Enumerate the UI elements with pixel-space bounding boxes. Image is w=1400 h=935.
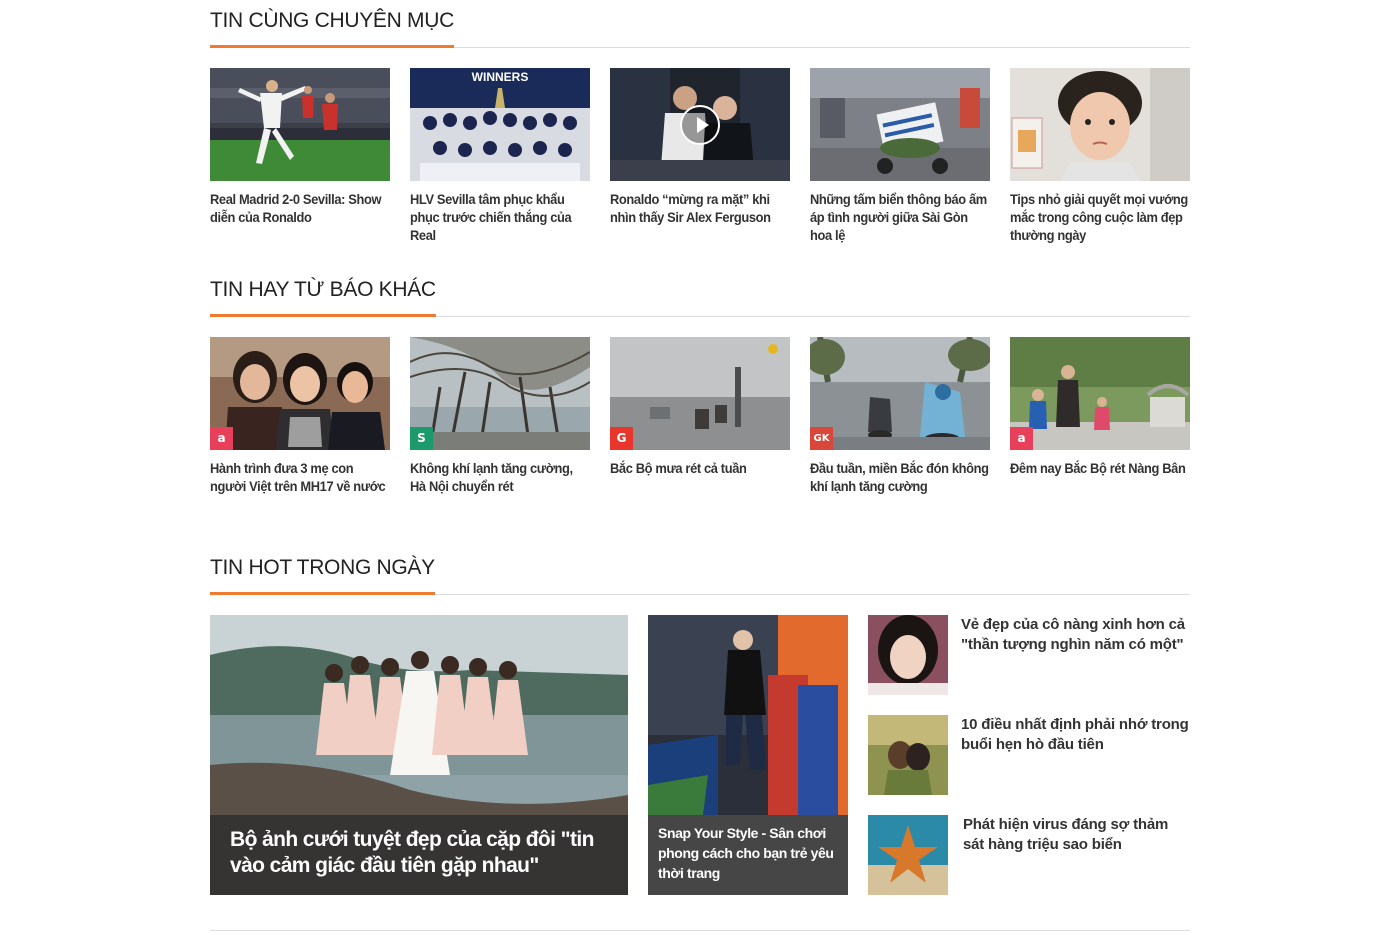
article-thumbnail[interactable]: S [410, 337, 590, 450]
source-badge-icon: G [610, 427, 633, 450]
source-badge-icon: a [1010, 427, 1033, 450]
hot-list-title[interactable]: Vẻ đẹp của cô nàng xinh hơn cả "thần tượ… [961, 615, 1191, 655]
section-header-same-category: TIN CÙNG CHUYÊN MỤC [210, 0, 1190, 48]
article-card[interactable]: Những tấm biển thông báo ấm áp tình ngườ… [810, 68, 990, 244]
hot-list-item[interactable]: 10 điều nhất định phải nhớ trong buổi hẹ… [868, 715, 1190, 795]
hot-list-title[interactable]: 10 điều nhất định phải nhớ trong buổi hẹ… [961, 715, 1191, 755]
hot-list-item[interactable]: Vẻ đẹp của cô nàng xinh hơn cả "thần tượ… [868, 615, 1190, 695]
article-card[interactable]: G Bắc Bộ mưa rét cả tuần [610, 337, 790, 477]
article-thumbnail[interactable] [210, 68, 390, 181]
play-icon[interactable] [680, 105, 720, 145]
hot-list-title[interactable]: Phát hiện virus đáng sợ thảm sát hàng tr… [963, 815, 1193, 855]
article-title[interactable]: Bắc Bộ mưa rét cả tuần [610, 459, 790, 477]
article-thumbnail[interactable]: GK [810, 337, 990, 450]
featured-article[interactable]: Bộ ảnh cưới tuyệt đẹp của cặp đôi "tin v… [210, 615, 628, 895]
section-title: TIN CÙNG CHUYÊN MỤC [210, 9, 454, 48]
article-card[interactable]: a Đêm nay Bắc Bộ rét Nàng Bân [1010, 337, 1190, 477]
source-badge-icon: GK [810, 427, 833, 450]
article-title[interactable]: Real Madrid 2-0 Sevilla: Show diễn của R… [210, 190, 390, 226]
article-thumbnail[interactable]: a [1010, 337, 1190, 450]
featured-caption[interactable]: Bộ ảnh cưới tuyệt đẹp của cặp đôi "tin v… [210, 815, 628, 895]
source-badge-icon: a [210, 427, 233, 450]
article-title[interactable]: HLV Sevilla tâm phục khẩu phục trước chi… [410, 190, 590, 244]
article-card[interactable]: GK Đầu tuần, miền Bắc đón không khí lạnh… [810, 337, 990, 495]
source-badge-icon: S [410, 427, 433, 450]
thumbnail-text: WINNERS [472, 70, 529, 84]
article-thumbnail[interactable] [810, 68, 990, 181]
section-title: TIN HAY TỪ BÁO KHÁC [210, 278, 436, 317]
article-title[interactable]: Đầu tuần, miền Bắc đón không khí lạnh tă… [810, 459, 990, 495]
article-title[interactable]: Không khí lạnh tăng cường, Hà Nội chuyển… [410, 459, 590, 495]
hot-list-thumbnail [868, 715, 948, 795]
article-title[interactable]: Hành trình đưa 3 mẹ con người Việt trên … [210, 459, 390, 495]
article-card[interactable]: Ronaldo “mừng ra mặt” khi nhìn thấy Sir … [610, 68, 790, 226]
article-card[interactable]: WINNERS HLV Sevilla tâm phục khẩu phục t… [410, 68, 590, 244]
article-thumbnail[interactable]: a [210, 337, 390, 450]
bottom-divider [210, 930, 1190, 931]
article-title[interactable]: Những tấm biển thông báo ấm áp tình ngườ… [810, 190, 990, 244]
secondary-article[interactable]: Snap Your Style - Sân chơi phong cách ch… [648, 615, 848, 895]
secondary-caption[interactable]: Snap Your Style - Sân chơi phong cách ch… [648, 815, 848, 895]
article-card[interactable]: Tips nhỏ giải quyết mọi vướng mắc trong … [1010, 68, 1190, 244]
article-title[interactable]: Ronaldo “mừng ra mặt” khi nhìn thấy Sir … [610, 190, 790, 226]
article-thumbnail[interactable]: WINNERS [410, 68, 590, 181]
article-title[interactable]: Tips nhỏ giải quyết mọi vướng mắc trong … [1010, 190, 1190, 244]
article-card[interactable]: S Không khí lạnh tăng cường, Hà Nội chuy… [410, 337, 590, 495]
hot-list-item[interactable]: Phát hiện virus đáng sợ thảm sát hàng tr… [868, 815, 1190, 895]
article-title[interactable]: Đêm nay Bắc Bộ rét Nàng Bân [1010, 459, 1190, 477]
section-header-hot-today: TIN HOT TRONG NGÀY [210, 547, 1190, 595]
article-card[interactable]: Real Madrid 2-0 Sevilla: Show diễn của R… [210, 68, 390, 226]
section-title: TIN HOT TRONG NGÀY [210, 556, 435, 595]
article-thumbnail[interactable] [610, 68, 790, 181]
article-card[interactable]: a Hành trình đưa 3 mẹ con người Việt trê… [210, 337, 390, 495]
section-header-other-papers: TIN HAY TỪ BÁO KHÁC [210, 269, 1190, 317]
hot-list-thumbnail [868, 615, 948, 695]
hot-list-thumbnail [868, 815, 948, 895]
article-thumbnail[interactable] [1010, 68, 1190, 181]
article-thumbnail[interactable]: G [610, 337, 790, 450]
